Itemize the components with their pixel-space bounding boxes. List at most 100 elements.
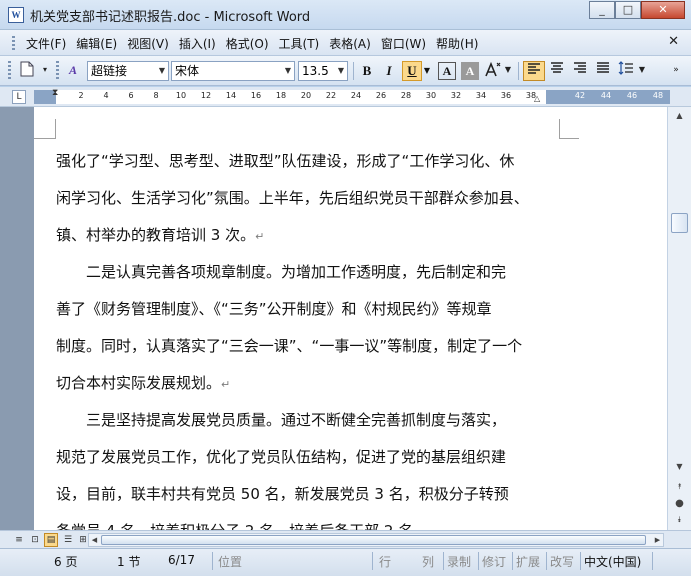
justify-icon[interactable] [593,61,613,79]
menu-edit[interactable]: 编辑(E) [74,35,125,52]
print-layout-view-icon[interactable]: ▤ [44,533,58,547]
text-line: 二是认真完善各项规章制度。为增加工作透明度，先后制定和完 [56,263,507,281]
ruler-tick: 42 [574,91,586,100]
window-controls: _ □ ✕ [589,1,685,19]
menu-format[interactable]: 格式(O) [224,35,277,52]
chevron-down-icon[interactable]: ▼ [637,61,647,79]
menu-insert[interactable]: 插入(I) [177,35,224,52]
margin-corner-mark [34,119,56,139]
paragraph-mark-icon: ↵ [255,230,265,243]
scroll-left-icon[interactable]: ◀ [89,534,100,546]
ruler-bar: L ⧗ △ 2 4 6 8 10 12 14 16 18 20 22 24 26… [0,87,691,107]
chevron-down-icon[interactable]: ▼ [422,61,432,81]
align-center-icon[interactable] [547,61,567,79]
status-language[interactable]: 中文(中国) [584,553,641,570]
text-line: 规范了发展党员工作，优化了党员队伍结构，促进了党的基层组织建 [56,448,507,466]
ruler-tick: 12 [200,91,212,100]
horizontal-scroll-thumb[interactable] [101,535,646,545]
ruler-tick: 32 [450,91,462,100]
menu-help[interactable]: 帮助(H) [434,35,486,52]
ruler-tick: 24 [350,91,362,100]
menu-tools[interactable]: 工具(T) [277,35,328,52]
track-changes-indicator[interactable]: 修订 [482,553,506,570]
status-separator [212,552,213,570]
next-page-icon[interactable]: ⯯ [671,512,688,528]
chevron-down-icon[interactable]: ▼ [335,62,347,80]
status-separator [546,552,547,570]
horizontal-scrollbar[interactable]: ◀ ▶ [88,533,664,547]
ruler-tick: 8 [153,91,159,100]
align-right-icon[interactable] [570,61,590,79]
toolbar-options-icon[interactable]: ▾ [36,61,54,79]
record-macro-indicator[interactable]: 录制 [447,553,471,570]
web-layout-view-icon[interactable]: ⊡ [28,533,42,547]
normal-view-icon[interactable]: ≡ [12,533,26,547]
italic-button[interactable]: I [379,61,399,81]
paragraph-mark-icon: ↵ [221,378,231,391]
toolbar-grip-icon[interactable] [56,61,59,81]
close-document-button[interactable]: ✕ [668,34,679,49]
scroll-right-icon[interactable]: ▶ [652,534,663,546]
ruler-tick: 48 [652,91,664,100]
ruler-tick: 14 [225,91,237,100]
outline-view-icon[interactable]: ☰ [61,533,75,547]
menu-file[interactable]: 文件(F) [24,35,74,52]
chevron-down-icon[interactable]: ▼ [156,62,168,80]
word-app-icon[interactable]: W [8,7,24,23]
horizontal-scroll-row: ≡ ⊡ ▤ ☰ ⊞ ◀ ▶ [0,530,691,548]
bold-button[interactable]: B [357,61,377,81]
status-separator [512,552,513,570]
status-section: 1 节 [117,555,141,569]
ruler-tick: 4 [103,91,109,100]
chevron-down-icon[interactable]: ▼ [503,61,513,79]
overtype-indicator[interactable]: 改写 [550,553,574,570]
menu-table[interactable]: 表格(A) [327,35,379,52]
text-line: 善了《财务管理制度》、《“三务”公开制度》和《村规民约》等规章 [56,300,492,318]
line-spacing-icon[interactable] [616,61,636,79]
ruler-tick: 30 [425,91,437,100]
vertical-scroll-thumb[interactable] [671,213,688,233]
status-column: 列 [422,555,435,569]
ruler-tick: 28 [400,91,412,100]
character-shading-button[interactable]: A [461,62,479,80]
document-text[interactable]: 强化了“学习型、思考型、进取型”队伍建设，形成了“工作学习化、休 闲学习化、生活… [56,143,546,530]
horizontal-ruler[interactable]: ⧗ △ 2 4 6 8 10 12 14 16 18 20 22 24 26 2… [34,88,670,104]
text-line: 强化了“学习型、思考型、进取型”队伍建设，形成了“工作学习化、休 [56,152,515,170]
indent-marker-icon[interactable]: ⧗ [52,88,58,98]
maximize-button[interactable]: □ [615,1,641,19]
tab-selector[interactable]: L [12,90,26,104]
new-document-icon[interactable] [18,61,36,79]
styles-pane-icon[interactable]: A [64,61,82,79]
font-size-combo[interactable]: 13.5 ▼ [298,61,348,81]
menu-view[interactable]: 视图(V) [125,35,177,52]
menubar-grip-icon[interactable] [12,36,15,50]
scroll-down-icon[interactable]: ▼ [671,459,688,475]
ruler-tick: 34 [475,91,487,100]
style-combo[interactable]: 超链接 ▼ [87,61,169,81]
character-border-button[interactable]: A [438,62,456,80]
text-effects-icon[interactable] [484,61,502,79]
scroll-up-icon[interactable]: ▲ [671,108,688,124]
document-page[interactable]: 强化了“学习型、思考型、进取型”队伍建设，形成了“工作学习化、休 闲学习化、生活… [34,107,667,530]
select-browse-object-icon[interactable]: ● [671,496,688,512]
status-page-of: 6/17 [168,553,195,567]
font-combo[interactable]: 宋体 ▼ [171,61,295,81]
menu-items: 文件(F) 编辑(E) 视图(V) 插入(I) 格式(O) 工具(T) 表格(A… [24,35,486,52]
text-line: 镇、村举办的教育培训 3 次。↵ [56,217,546,254]
extend-selection-indicator[interactable]: 扩展 [516,553,540,570]
underline-button[interactable]: U [402,61,422,81]
ruler-tick: 6 [128,91,134,100]
document-area: 强化了“学习型、思考型、进取型”队伍建设，形成了“工作学习化、休 闲学习化、生活… [0,107,667,530]
vertical-scrollbar[interactable]: ▲ ▼ ⯭ ● ⯯ [667,107,691,530]
menu-window[interactable]: 窗口(W) [379,35,434,52]
ruler-tick: 36 [500,91,512,100]
chevron-down-icon[interactable]: ▼ [282,62,294,80]
minimize-button[interactable]: _ [589,1,615,19]
previous-page-icon[interactable]: ⯭ [671,479,688,495]
align-left-icon[interactable] [523,61,545,81]
toolbar-grip-icon[interactable] [8,61,11,81]
toolbar-overflow-icon[interactable]: » [670,61,682,79]
ruler-tick: 16 [250,91,262,100]
status-separator [372,552,373,570]
close-button[interactable]: ✕ [641,1,685,19]
